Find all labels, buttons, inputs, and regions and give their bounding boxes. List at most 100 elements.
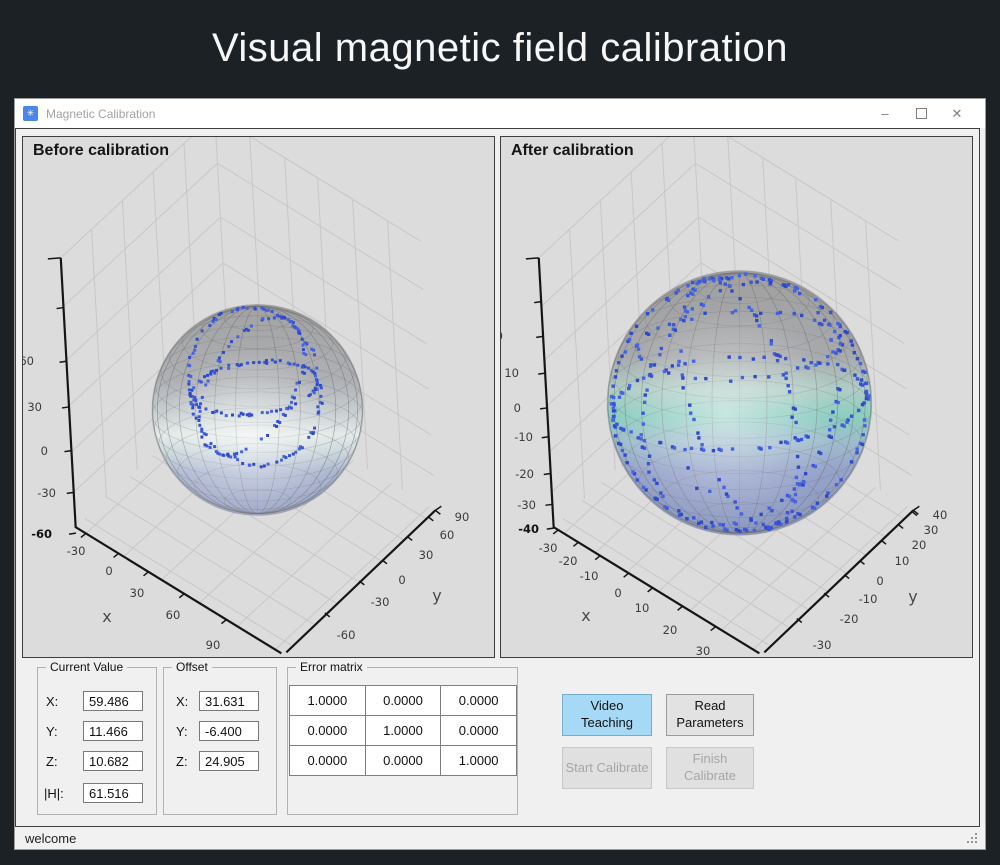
before-y-axis-label: y xyxy=(432,586,442,605)
current-value-group: Current Value X: Y: Z: |H|: xyxy=(37,660,157,815)
offset-y-label: Y: xyxy=(176,724,188,739)
matrix-cell[interactable]: 0.0000 xyxy=(364,745,442,776)
before-y-tick-label: -60 xyxy=(336,628,356,642)
matrix-cell[interactable]: 0.0000 xyxy=(440,715,517,746)
before-x-axis-label: x xyxy=(102,607,112,626)
after-y-tick-label: 0 xyxy=(876,574,884,588)
table-row: 0.0000 0.0000 1.0000 xyxy=(289,745,517,776)
after-x-tick-label: -20 xyxy=(558,554,578,568)
after-z-tick-label: -30 xyxy=(517,498,536,512)
error-matrix-table: 1.0000 0.0000 0.0000 0.0000 1.0000 0.000… xyxy=(289,685,517,776)
after-z-tick-label: 0 xyxy=(513,401,521,415)
resize-grip-icon[interactable] xyxy=(967,833,969,835)
start-calibrate-button[interactable]: Start Calibrate xyxy=(562,747,652,789)
current-x-label: X: xyxy=(46,694,59,709)
after-y-tick-label: -10 xyxy=(858,592,878,606)
video-teaching-button[interactable]: Video Teaching xyxy=(562,694,652,736)
after-x-tick-label: -30 xyxy=(538,541,558,555)
after-y-tick-label: 30 xyxy=(923,523,939,537)
minimize-icon: – xyxy=(881,106,889,121)
minimize-button[interactable]: – xyxy=(867,99,903,128)
controls-area: Current Value X: Y: Z: |H|: Offset X: Y:… xyxy=(16,660,979,826)
current-y-input[interactable] xyxy=(83,721,143,741)
after-z-tick-label: 20 xyxy=(501,329,503,343)
before-y-tick-label: 90 xyxy=(454,510,470,524)
offset-y-input[interactable] xyxy=(199,721,259,741)
after-y-tick-label: -20 xyxy=(839,612,859,626)
status-bar: welcome xyxy=(15,827,985,849)
offset-z-label: Z: xyxy=(176,754,188,769)
before-z-tick-label: -60 xyxy=(31,527,52,541)
matrix-cell[interactable]: 0.0000 xyxy=(289,745,366,776)
after-x-tick-label: 10 xyxy=(634,601,650,615)
app-icon: ✳ xyxy=(23,106,38,121)
current-x-input[interactable] xyxy=(83,691,143,711)
window-controls: – ✕ xyxy=(867,99,975,128)
error-matrix-group: Error matrix 1.0000 0.0000 0.0000 0.0000… xyxy=(287,660,518,815)
after-x-tick-label: 30 xyxy=(695,644,711,658)
after-z-tick-label: -20 xyxy=(515,467,534,481)
matrix-cell[interactable]: 0.0000 xyxy=(364,685,442,716)
read-parameters-button[interactable]: Read Parameters xyxy=(666,694,754,736)
before-x-tick-label: -30 xyxy=(66,544,86,558)
after-y-tick-label: 40 xyxy=(932,508,948,522)
after-y-tick-label: 10 xyxy=(894,554,910,568)
before-z-tick-label: 30 xyxy=(27,400,42,414)
offset-group-label: Offset xyxy=(172,660,212,674)
maximize-icon xyxy=(915,108,927,119)
window-title: Magnetic Calibration xyxy=(46,106,156,121)
central-frame: Before calibration 60 30 0 -30 -60 -30 0 30 60 90… xyxy=(15,128,980,827)
before-y-tick-label: -30 xyxy=(370,595,390,609)
before-y-tick-label: 0 xyxy=(398,573,406,587)
before-x-tick-label: 60 xyxy=(165,608,181,622)
current-y-label: Y: xyxy=(46,724,58,739)
before-x-tick-label: 0 xyxy=(105,564,113,578)
before-y-tick-label: 60 xyxy=(439,528,455,542)
after-y-tick-label: -30 xyxy=(812,638,832,652)
offset-x-input[interactable] xyxy=(199,691,259,711)
error-matrix-group-label: Error matrix xyxy=(296,660,367,674)
plot-after-canvas[interactable] xyxy=(501,137,972,657)
after-z-tick-label: -10 xyxy=(514,430,533,444)
after-x-tick-label: -10 xyxy=(579,569,599,583)
plots-row: Before calibration 60 30 0 -30 -60 -30 0 30 60 90… xyxy=(22,136,973,658)
before-x-tick-label: 90 xyxy=(205,638,221,652)
plot-before-title: Before calibration xyxy=(33,142,170,159)
table-row: 1.0000 0.0000 0.0000 xyxy=(289,685,517,716)
matrix-cell[interactable]: 1.0000 xyxy=(289,685,366,716)
matrix-cell[interactable]: 0.0000 xyxy=(289,715,366,746)
before-z-tick-label: -30 xyxy=(37,486,56,500)
plot-after-panel: After calibration 20100-10-20-30-40-30-2… xyxy=(500,136,973,658)
finish-calibrate-button[interactable]: Finish Calibrate xyxy=(666,747,754,789)
close-button[interactable]: ✕ xyxy=(939,99,975,128)
app-window: ✳ Magnetic Calibration – ✕ Before calibr… xyxy=(14,98,986,850)
offset-x-label: X: xyxy=(176,694,189,709)
status-message: welcome xyxy=(25,830,77,846)
current-z-input[interactable] xyxy=(83,751,143,771)
matrix-cell[interactable]: 1.0000 xyxy=(364,715,442,746)
after-z-tick-label: 10 xyxy=(504,366,519,380)
after-y-axis-label: y xyxy=(908,587,918,606)
before-y-tick-label: 30 xyxy=(418,548,434,562)
maximize-button[interactable] xyxy=(903,99,939,128)
before-z-tick-label: 0 xyxy=(40,444,48,458)
current-h-label: |H|: xyxy=(44,786,64,801)
after-z-tick-label: -40 xyxy=(518,522,539,536)
after-x-tick-label: 20 xyxy=(662,623,678,637)
after-y-tick-label: 20 xyxy=(911,538,927,552)
before-x-tick-label: 30 xyxy=(129,586,145,600)
offset-group: Offset X: Y: Z: xyxy=(163,660,277,815)
plot-before-panel: Before calibration 60 30 0 -30 -60 -30 0 30 60 90… xyxy=(22,136,495,658)
matrix-cell[interactable]: 1.0000 xyxy=(440,745,517,776)
plot-after-title: After calibration xyxy=(511,142,634,159)
matrix-cell[interactable]: 0.0000 xyxy=(440,685,517,716)
current-z-label: Z: xyxy=(46,754,58,769)
current-value-group-label: Current Value xyxy=(46,660,128,674)
after-x-axis-label: x xyxy=(581,606,591,625)
offset-z-input[interactable] xyxy=(199,751,259,771)
titlebar[interactable]: ✳ Magnetic Calibration – ✕ xyxy=(15,99,985,128)
current-h-input[interactable] xyxy=(83,783,143,803)
plot-before-canvas[interactable] xyxy=(23,137,494,657)
table-row: 0.0000 1.0000 0.0000 xyxy=(289,715,517,746)
before-z-tick-label: 60 xyxy=(23,354,34,368)
